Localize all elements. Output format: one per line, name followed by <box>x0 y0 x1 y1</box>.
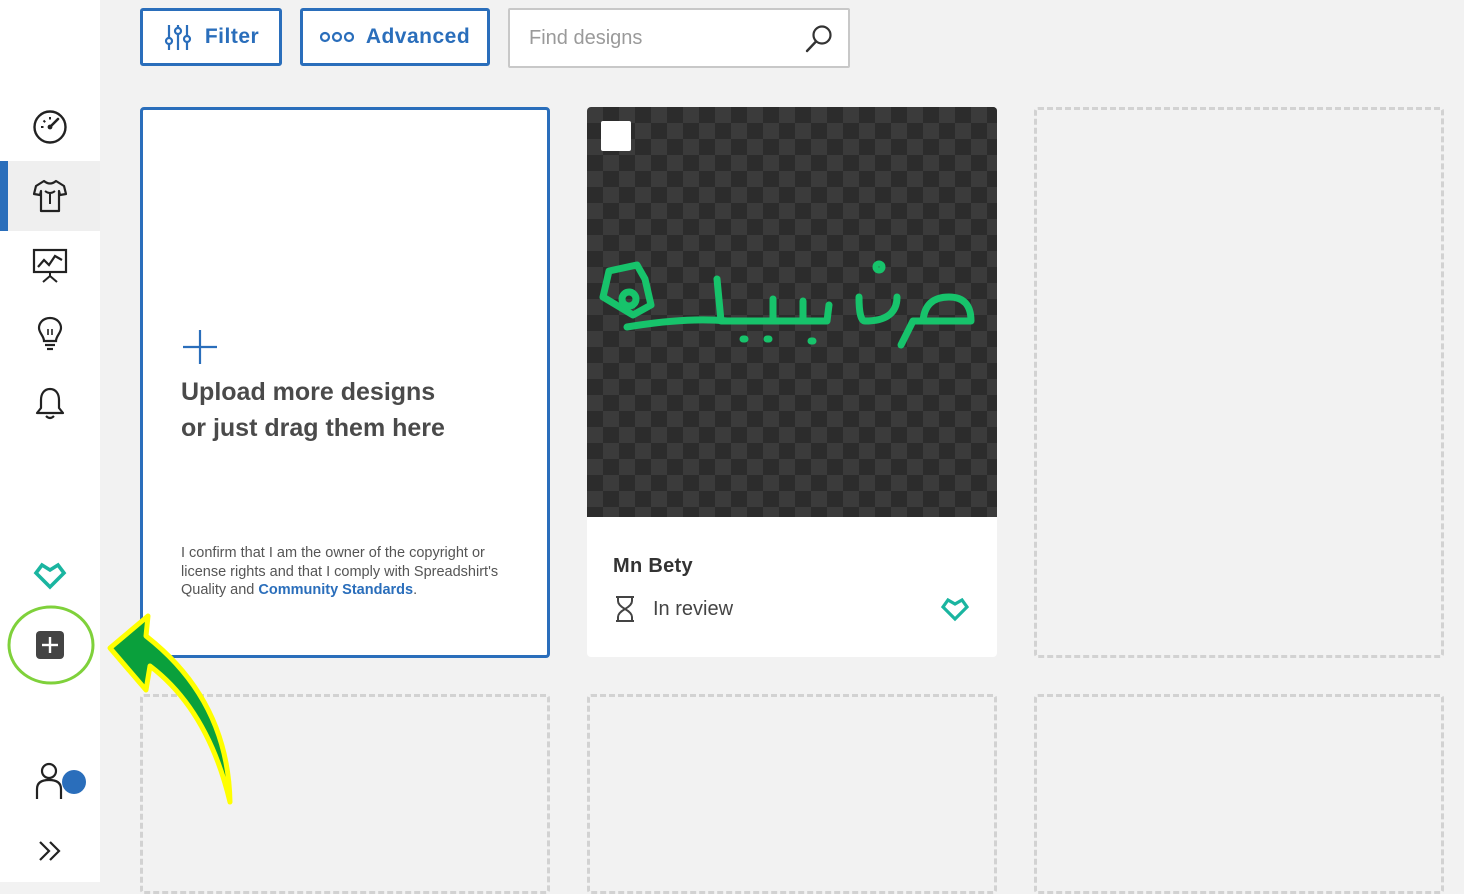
user-icon <box>35 762 63 799</box>
advanced-button-label: Advanced <box>365 25 471 48</box>
legal-end: . <box>413 582 418 598</box>
filter-button-label: Filter <box>204 25 260 48</box>
upload-title: Upload more designs or just drag them he… <box>181 374 511 446</box>
plus-icon <box>183 330 217 364</box>
account-notification-dot <box>62 770 86 794</box>
main-content: Filter Advanced Upload more designs or j… <box>100 0 1464 894</box>
filter-button[interactable]: Filter <box>140 8 282 66</box>
presentation-chart-icon <box>32 248 68 283</box>
design-artwork <box>599 260 975 349</box>
search-input[interactable] <box>510 10 790 66</box>
design-status: In review <box>613 595 733 623</box>
design-name: Mn Bety <box>613 555 693 577</box>
empty-slot <box>140 694 550 894</box>
sidebar-item-favorite[interactable] <box>0 541 100 609</box>
hourglass-icon <box>616 596 634 622</box>
design-status-label: In review <box>653 597 734 620</box>
double-chevron-right-icon <box>39 841 61 861</box>
upload-title-line1: Upload more designs <box>181 378 436 406</box>
sidebar-item-dashboard[interactable] <box>0 93 100 161</box>
search-box <box>508 8 850 68</box>
speedometer-icon <box>33 110 67 144</box>
advanced-button[interactable]: Advanced <box>300 8 490 66</box>
empty-slot <box>1034 107 1444 658</box>
tshirt-icon <box>32 179 68 213</box>
design-select-checkbox[interactable] <box>601 121 631 151</box>
sliders-icon <box>164 25 191 50</box>
plus-square-icon <box>36 631 64 659</box>
search-icon[interactable] <box>804 24 834 54</box>
sidebar-expand-button[interactable] <box>0 817 100 885</box>
empty-slot <box>1034 694 1444 894</box>
heart-outline-icon[interactable] <box>939 595 971 623</box>
design-thumbnail[interactable] <box>587 107 997 517</box>
sidebar-item-notifications[interactable] <box>0 369 100 437</box>
sidebar-item-designs[interactable] <box>0 161 100 231</box>
sidebar-item-statistics[interactable] <box>0 231 100 299</box>
lightbulb-icon <box>37 316 63 351</box>
sidebar <box>0 0 100 882</box>
heart-outline-icon <box>33 562 67 590</box>
upload-dropzone[interactable]: Upload more designs or just drag them he… <box>140 107 550 658</box>
bell-icon <box>35 387 65 420</box>
community-standards-link[interactable]: Community Standards <box>258 582 413 598</box>
more-dots-icon <box>319 31 354 43</box>
upload-title-line2: or just drag them here <box>181 414 445 442</box>
sidebar-item-ideas[interactable] <box>0 299 100 367</box>
upload-legal-text: I confirm that I am the owner of the cop… <box>181 544 526 600</box>
design-card[interactable]: Mn Bety In review <box>587 107 997 657</box>
empty-slot <box>587 694 997 894</box>
sidebar-item-add[interactable] <box>0 611 100 679</box>
